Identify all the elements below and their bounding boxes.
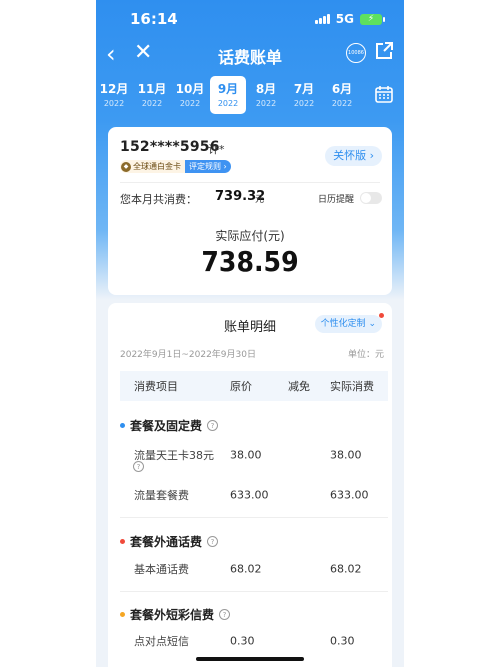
section-bullet bbox=[120, 539, 125, 544]
section-bullet bbox=[120, 423, 125, 428]
bill-unit: 单位：元 bbox=[347, 350, 384, 360]
personalize-button[interactable]: 个性化定制 ⌄ bbox=[314, 315, 382, 333]
bill-period: 2022年9月1日~2022年9月30日 bbox=[120, 350, 256, 360]
amount-due-value: 738.59 bbox=[201, 245, 299, 278]
card-level-badge: ◆ 全球通白金卡 bbox=[120, 160, 185, 173]
care-mode-button[interactable]: 关怀版 › bbox=[325, 146, 382, 166]
home-indicator[interactable] bbox=[196, 657, 304, 661]
notification-dot bbox=[379, 313, 384, 318]
month-tab-sep[interactable]: 9月 2022 bbox=[210, 76, 246, 114]
network-type: 5G bbox=[335, 12, 354, 26]
bill-details-card: 账单明细 个性化定制 ⌄ 2022年9月1日~2022年9月30日 单位：元 消… bbox=[108, 303, 392, 667]
consumption-unit: 元 bbox=[255, 195, 265, 205]
header-actual: 实际消费 bbox=[330, 380, 374, 393]
calendar-icon[interactable] bbox=[374, 84, 394, 104]
section-extra-call[interactable]: 套餐外通话费 ? bbox=[120, 533, 219, 550]
help-icon[interactable]: ? bbox=[207, 536, 219, 547]
month-tab-dec[interactable]: 12月 2022 bbox=[96, 76, 132, 114]
table-row: 流量套餐费 633.00 633.00 bbox=[134, 488, 369, 503]
help-icon[interactable]: ? bbox=[219, 609, 231, 620]
battery-icon: ⚡ bbox=[360, 13, 385, 25]
table-row: 流量天王卡38元 38.00 38.00 bbox=[134, 448, 362, 463]
phone-number: 152****5956 bbox=[120, 139, 220, 155]
customer-service-icon[interactable]: 10086 bbox=[346, 43, 366, 63]
header-item: 消费项目 bbox=[134, 380, 178, 393]
calendar-reminder-toggle[interactable] bbox=[360, 192, 382, 204]
month-tab-nov[interactable]: 11月 2022 bbox=[134, 76, 170, 114]
header-original: 原价 bbox=[230, 380, 252, 393]
row-divider bbox=[120, 517, 388, 518]
table-row: 点对点短信 0.30 0.30 bbox=[134, 634, 355, 649]
consumption-label: 您本月共消费： bbox=[120, 193, 197, 206]
table-header: 消费项目 原价 减免 实际消费 bbox=[120, 371, 388, 401]
calendar-reminder-label: 日历提醒 bbox=[317, 195, 354, 205]
diamond-icon: ◆ bbox=[121, 161, 131, 172]
month-tab-jun[interactable]: 6月 2022 bbox=[324, 76, 360, 114]
nav-bar: ‹ ✕ 话费账单 10086 bbox=[96, 38, 404, 72]
table-row: 基本通话费 68.02 68.02 bbox=[134, 562, 362, 577]
month-tab-oct[interactable]: 10月 2022 bbox=[172, 76, 208, 114]
section-bullet bbox=[120, 612, 125, 617]
status-indicators: 5G ⚡ bbox=[314, 12, 385, 26]
amount-due-label: 实际应付(元) bbox=[215, 229, 285, 243]
divider bbox=[120, 182, 380, 183]
phone-screen: 16:14 5G ⚡ ‹ ✕ 话费账单 10086 12月 2022 11月 202… bbox=[96, 0, 404, 667]
account-summary-card: 152****5956 许* ◆ 全球通白金卡 评定规则 › 关怀版 › 您本月共… bbox=[108, 127, 392, 295]
help-icon[interactable]: ? bbox=[207, 420, 219, 431]
month-tab-aug[interactable]: 8月 2022 bbox=[248, 76, 284, 114]
owner-name: 许* bbox=[208, 143, 225, 156]
help-icon[interactable]: ? bbox=[133, 461, 144, 472]
header-discount: 减免 bbox=[288, 380, 310, 393]
section-package-fixed[interactable]: 套餐及固定费 ? bbox=[120, 417, 219, 434]
month-selector: 12月 2022 11月 2022 10月 2022 9月 2022 8月 2022 7月… bbox=[96, 76, 404, 118]
status-time: 16:14 bbox=[130, 10, 178, 28]
status-bar: 16:14 5G ⚡ bbox=[96, 0, 404, 38]
row-divider bbox=[120, 591, 388, 592]
section-extra-sms[interactable]: 套餐外短彩信费 ? bbox=[120, 606, 231, 623]
signal-icon bbox=[314, 14, 330, 24]
rating-rule-link[interactable]: 评定规则 › bbox=[185, 160, 231, 173]
share-icon[interactable] bbox=[374, 41, 394, 61]
membership-tags: ◆ 全球通白金卡 评定规则 › bbox=[120, 160, 231, 173]
month-tab-jul[interactable]: 7月 2022 bbox=[286, 76, 322, 114]
